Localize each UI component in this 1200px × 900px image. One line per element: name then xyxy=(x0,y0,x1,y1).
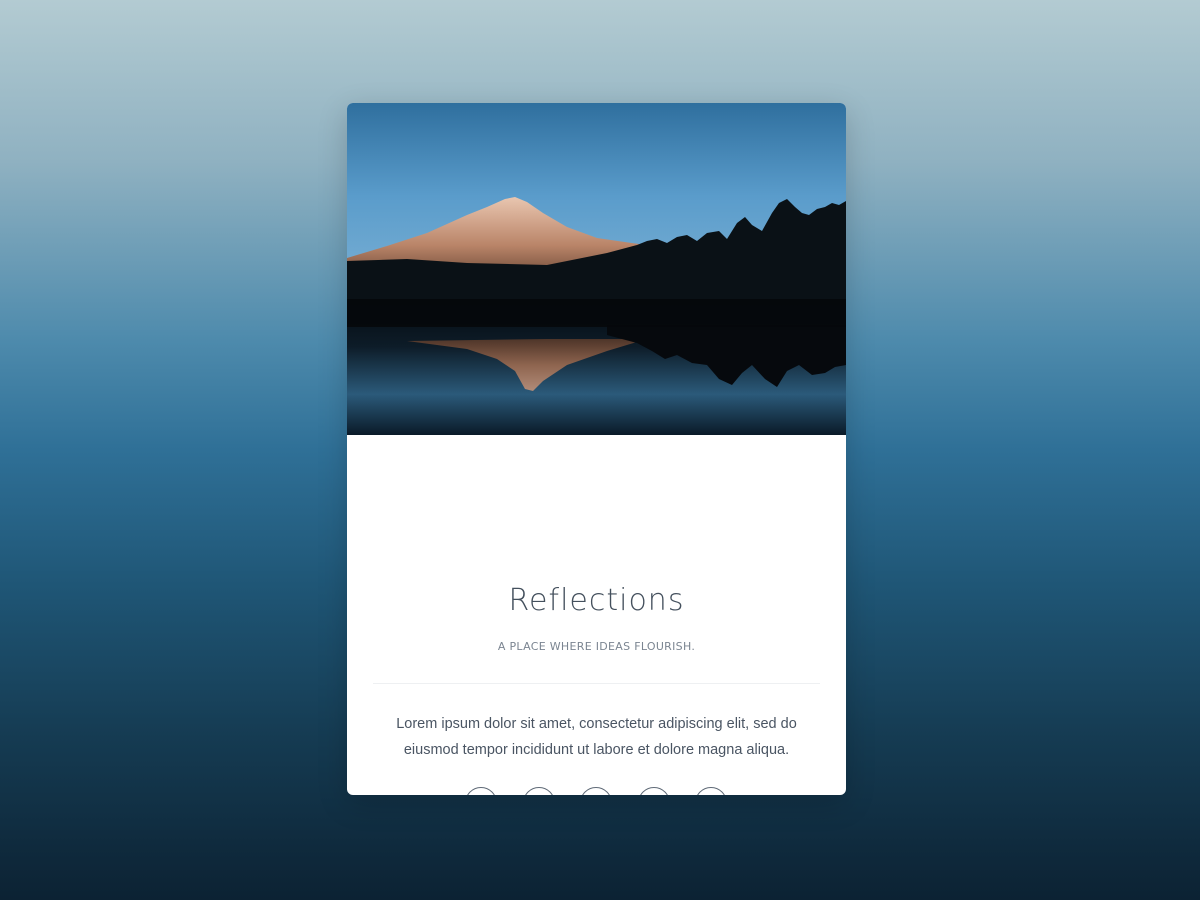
youtube-link[interactable] xyxy=(523,787,555,795)
card-subtitle: A PLACE WHERE IDEAS FLOURISH. xyxy=(497,640,696,653)
social-links: E xyxy=(347,787,846,795)
hero-image xyxy=(347,103,846,435)
card-title: Reflections xyxy=(508,583,685,618)
instagram-link[interactable] xyxy=(465,787,497,795)
profile-card: Reflections A PLACE WHERE IDEAS FLOURISH… xyxy=(347,103,846,795)
card-description: Lorem ipsum dolor sit amet, consectetur … xyxy=(396,716,797,758)
etsy-link[interactable]: E xyxy=(580,787,612,795)
deviantart-link[interactable] xyxy=(638,787,670,795)
divider xyxy=(373,683,820,684)
dribbble-link[interactable] xyxy=(695,787,727,795)
